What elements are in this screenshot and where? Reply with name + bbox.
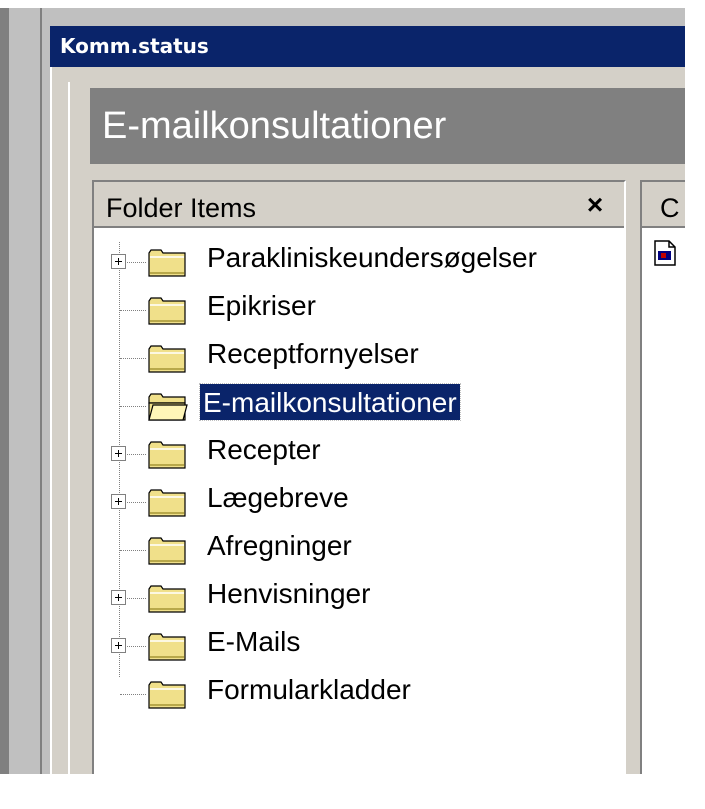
bottom-edge xyxy=(0,774,705,809)
section-header: E-mailkonsultationer xyxy=(90,88,685,164)
expand-icon[interactable] xyxy=(111,590,126,605)
folder-item[interactable]: E-mailkonsultationer xyxy=(94,372,624,421)
folder-item[interactable]: Formularkladder xyxy=(94,660,624,709)
folder-items-header: Folder Items × xyxy=(94,182,624,228)
folder-items-title: Folder Items xyxy=(106,193,257,223)
content-column-header[interactable]: C xyxy=(642,182,685,228)
folder-item[interactable]: Parakliniskeundersøgelser xyxy=(94,228,624,277)
tree-connector xyxy=(120,310,146,311)
document-icon[interactable] xyxy=(654,240,676,266)
tree-connector xyxy=(120,694,146,695)
section-title: E-mailkonsultationer xyxy=(102,105,447,147)
folder-item-label: Receptfornyelser xyxy=(207,338,419,369)
expand-icon[interactable] xyxy=(111,446,126,461)
close-panel-button[interactable]: × xyxy=(580,190,610,220)
folder-item-label: E-mailkonsultationer xyxy=(199,383,461,421)
inner-border xyxy=(68,82,70,774)
folder-item[interactable]: Lægebreve xyxy=(94,468,624,517)
right-edge xyxy=(685,8,705,774)
folder-item[interactable]: Henvisninger xyxy=(94,564,624,613)
content-column-label: C xyxy=(660,193,680,223)
folder-item-label: Epikriser xyxy=(207,290,316,321)
folder-icon xyxy=(148,489,186,517)
open-folder-icon xyxy=(148,393,188,421)
folder-item[interactable]: Recepter xyxy=(94,420,624,469)
folder-icon xyxy=(148,297,186,325)
folder-item[interactable]: Receptfornyelser xyxy=(94,324,624,373)
folder-icon xyxy=(148,681,186,709)
folder-item-label: Recepter xyxy=(207,434,321,465)
frame-top xyxy=(0,0,705,8)
folder-item-label: Parakliniskeundersøgelser xyxy=(207,242,537,273)
folder-tree[interactable]: Parakliniskeundersøgelser Epikriser Recept… xyxy=(94,228,624,774)
tree-connector xyxy=(120,358,146,359)
expand-icon[interactable] xyxy=(111,254,126,269)
left-pane xyxy=(9,8,40,774)
window-titlebar[interactable]: Komm.status xyxy=(50,26,685,67)
folder-item[interactable]: Afregninger xyxy=(94,516,624,565)
folder-item[interactable]: Epikriser xyxy=(94,276,624,325)
left-pane-edge xyxy=(0,8,9,774)
tree-connector xyxy=(120,406,146,407)
folder-item-label: Lægebreve xyxy=(207,482,349,513)
content-panel: C xyxy=(640,180,685,774)
expand-icon[interactable] xyxy=(111,638,126,653)
folder-icon xyxy=(148,537,186,565)
folder-icon xyxy=(148,249,186,277)
folder-icon xyxy=(148,441,186,469)
tree-connector xyxy=(120,550,146,551)
folder-icon xyxy=(148,345,186,373)
expand-icon[interactable] xyxy=(111,494,126,509)
folder-item-label: Afregninger xyxy=(207,530,352,561)
window-title: Komm.status xyxy=(60,34,209,58)
folder-items-panel: Folder Items × Parakliniskeundersøgelser… xyxy=(92,180,626,774)
folder-icon xyxy=(148,633,186,661)
folder-icon xyxy=(148,585,186,613)
folder-item-label: E-Mails xyxy=(207,626,301,657)
folder-item[interactable]: E-Mails xyxy=(94,612,624,661)
folder-item-label: Formularkladder xyxy=(207,674,411,705)
folder-item-label: Henvisninger xyxy=(207,578,371,609)
